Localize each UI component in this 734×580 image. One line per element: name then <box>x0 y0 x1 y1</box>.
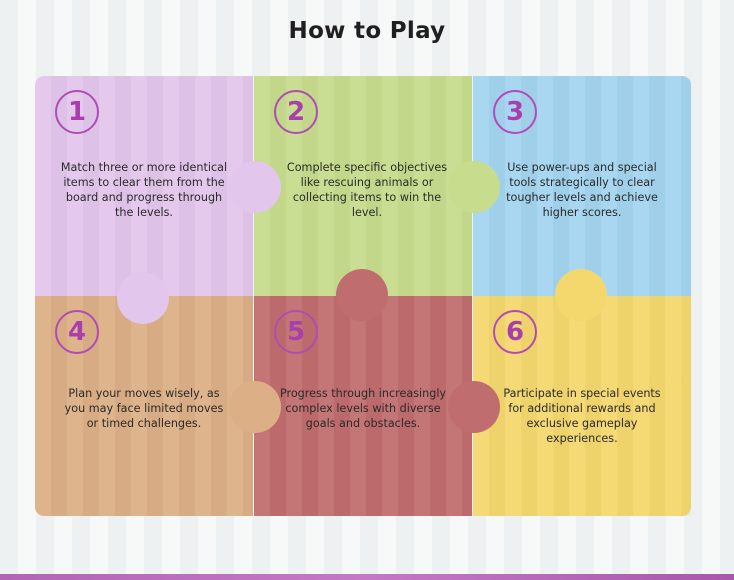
step-description: Match three or more identical items to c… <box>60 161 228 219</box>
puzzle-knob <box>448 161 500 213</box>
step-description: Use power-ups and special tools strategi… <box>506 161 658 219</box>
puzzle-tile-5: 5 Progress through increasingly complex … <box>254 296 472 516</box>
step-description: Progress through increasingly complex le… <box>279 387 447 430</box>
puzzle-knob <box>229 161 281 213</box>
puzzle-knob <box>448 381 500 433</box>
step-number-badge: 6 <box>493 310 537 354</box>
step-number-badge: 4 <box>55 310 99 354</box>
page-title: How to Play <box>288 18 446 44</box>
step-number-badge: 3 <box>493 90 537 134</box>
step-number-badge: 5 <box>274 310 318 354</box>
puzzle-tile-6: 6 Participate in special events for addi… <box>473 296 691 516</box>
step-description: Participate in special events for additi… <box>503 387 661 445</box>
puzzle-tile-2: 2 Complete specific objectives like resc… <box>254 76 472 296</box>
puzzle-knob <box>229 381 281 433</box>
bottom-accent-bar <box>0 574 734 580</box>
step-description: Complete specific objectives like rescui… <box>286 161 448 219</box>
step-number-badge: 2 <box>274 90 318 134</box>
puzzle-knob <box>555 269 607 321</box>
puzzle-tile-4: 4 Plan your moves wisely, as you may fac… <box>35 296 253 516</box>
puzzle-tile-1: 1 Match three or more identical items to… <box>35 76 253 296</box>
puzzle-knob <box>336 269 388 321</box>
puzzle-tile-3: 3 Use power-ups and special tools strate… <box>473 76 691 296</box>
step-description: Plan your moves wisely, as you may face … <box>64 387 224 430</box>
puzzle-knob <box>117 272 169 324</box>
step-number-badge: 1 <box>55 90 99 134</box>
puzzle-grid: 1 Match three or more identical items to… <box>35 76 691 516</box>
